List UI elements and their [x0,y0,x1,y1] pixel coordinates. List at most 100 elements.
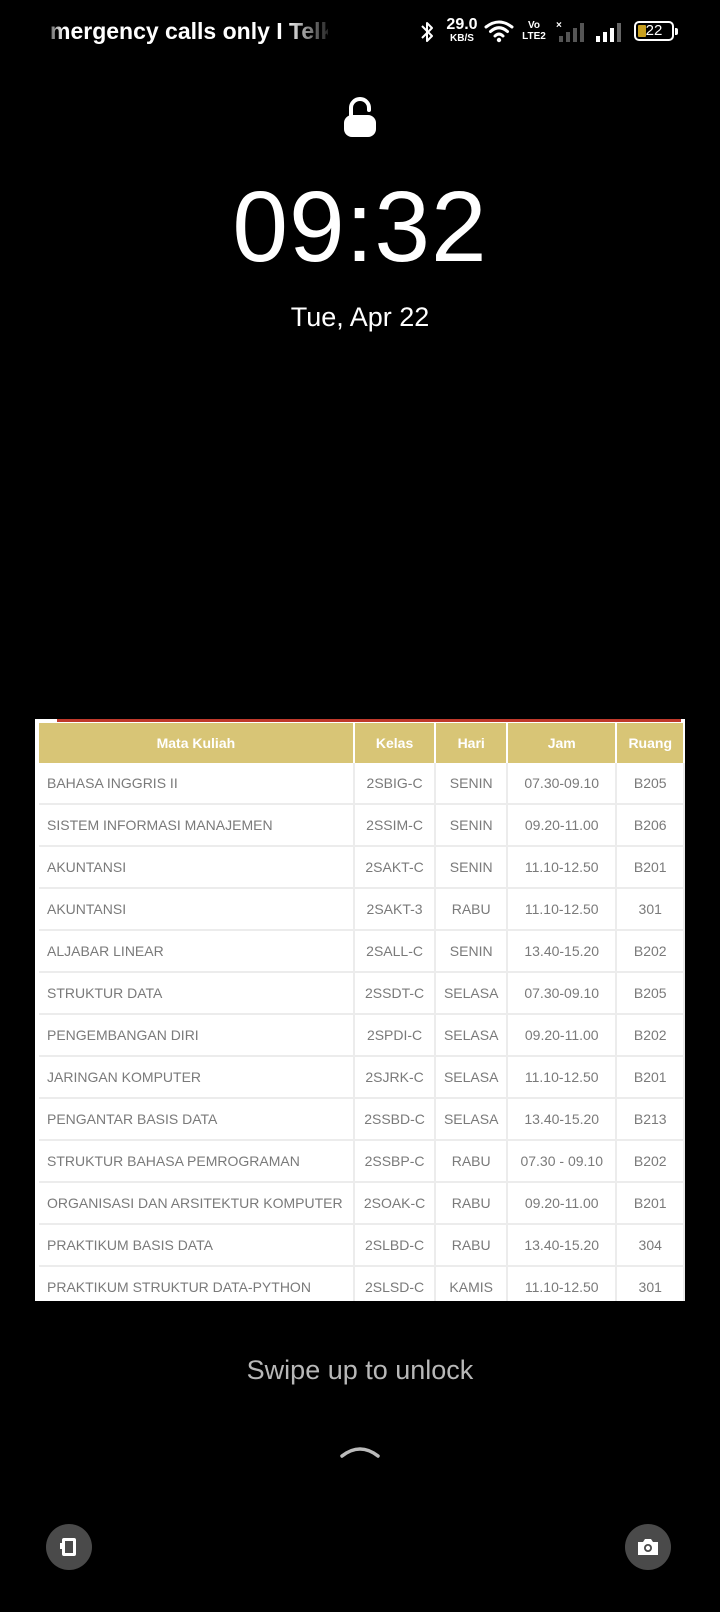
schedule-cell: B201 [616,846,685,889]
schedule-row: STRUKTUR DATA 2SSDT-C SELASA 07.30-09.10 B20… [39,972,685,1015]
schedule-row: AKUNTANSI 2SAKT-3 RABU 11.10-12.50 301 [39,888,685,931]
schedule-cell: 11.10-12.50 [507,888,618,931]
schedule-cell: AKUNTANSI [39,888,355,931]
schedule-cell: 2SAKT-C [353,846,437,889]
schedule-cell: PENGEMBANGAN DIRI [39,1014,355,1057]
schedule-cell: RABU [435,1224,509,1267]
schedule-cell: SELASA [435,972,509,1015]
schedule-cell: B205 [616,972,685,1015]
schedule-cell: 2SLSD-C [353,1266,437,1301]
schedule-cell: 2SBIG-C [353,763,437,805]
schedule-row: ORGANISASI DAN ARSITEKTUR KOMPUTER 2SOAK-… [39,1182,685,1225]
schedule-cell: 07.30-09.10 [507,972,618,1015]
schedule-row: PENGEMBANGAN DIRI 2SPDI-C SELASA 09.20-11.0… [39,1014,685,1057]
schedule-table: Mata Kuliah Kelas Hari Jam Ruang BAHASA … [39,723,685,1301]
volte-bottom: LTE2 [522,31,546,42]
schedule-cell: 11.10-12.50 [507,1266,618,1301]
schedule-cell: RABU [435,1140,509,1183]
camera-icon [638,1539,658,1555]
schedule-cell: JARINGAN KOMPUTER [39,1056,355,1099]
schedule-cell: B202 [616,1014,685,1057]
schedule-row: BAHASA INGGRIS II 2SBIG-C SENIN 07.30-09.10… [39,763,685,805]
schedule-cell: 2SLBD-C [353,1224,437,1267]
clock-date: Tue, Apr 22 [290,302,430,332]
schedule-row: PRAKTIKUM BASIS DATA 2SLBD-C RABU 13.40-15.… [39,1224,685,1267]
schedule-cell: 09.20-11.00 [507,1182,618,1225]
schedule-cell: SELASA [435,1098,509,1141]
wifi-icon [484,20,514,43]
schedule-cell: 13.40-15.20 [507,930,618,973]
schedule-row: AKUNTANSI 2SAKT-C SENIN 11.10-12.50 B201 [39,846,685,889]
schedule-cell: 11.10-12.50 [507,846,618,889]
schedule-row: ALJABAR LINEAR 2SALL-C SENIN 13.40-15.20 B20… [39,930,685,973]
network-speed: 29.0 KB/S [442,17,482,44]
phone-icon [60,1538,76,1556]
bluetooth-icon [421,22,433,42]
schedule-cell: SENIN [435,804,509,847]
schedule-cell: SELASA [435,1014,509,1057]
camera-shortcut-button[interactable] [625,1524,671,1570]
schedule-cell: ORGANISASI DAN ARSITEKTUR KOMPUTER [39,1182,355,1225]
schedule-cell: 304 [616,1224,685,1267]
schedule-cell: STRUKTUR DATA [39,972,355,1015]
schedule-cell: 07.30-09.10 [507,763,618,805]
schedule-header-row: Mata Kuliah Kelas Hari Jam Ruang [39,723,685,763]
schedule-row: PRAKTIKUM STRUKTUR DATA-PYTHON 2SLSD-C KAM… [39,1266,685,1301]
schedule-cell: 2SAKT-3 [353,888,437,931]
schedule-cell: STRUKTUR BAHASA PEMROGRAMAN [39,1140,355,1183]
schedule-cell: B201 [616,1182,685,1225]
schedule-cell: SENIN [435,846,509,889]
schedule-cell: PENGANTAR BASIS DATA [39,1098,355,1141]
column-header: Hari [435,723,509,763]
schedule-cell: 13.40-15.20 [507,1098,618,1141]
column-header: Kelas [353,723,437,763]
phone-shortcut-button[interactable] [46,1524,92,1570]
battery-icon: 22 [634,21,678,41]
battery-level: 22 [645,22,663,39]
schedule-cell: 2SSBD-C [353,1098,437,1141]
schedule-row: JARINGAN KOMPUTER 2SJRK-C SELASA 11.10-12.5… [39,1056,685,1099]
schedule-cell: RABU [435,1182,509,1225]
schedule-cell: BAHASA INGGRIS II [39,763,355,805]
schedule-cell: ALJABAR LINEAR [39,930,355,973]
schedule-cell: 2SOAK-C [353,1182,437,1225]
schedule-cell: SENIN [435,763,509,805]
chevron-up-icon[interactable] [338,1440,382,1460]
schedule-cell: RABU [435,888,509,931]
svg-text:×: × [556,20,562,31]
lock-icon [344,97,376,137]
schedule-cell: B213 [616,1098,685,1141]
schedule-cell: 301 [616,1266,685,1301]
schedule-cell: 2SSBP-C [353,1140,437,1183]
schedule-row: STRUKTUR BAHASA PEMROGRAMAN 2SSBP-C RABU 07… [39,1140,685,1183]
schedule-cell: 11.10-12.50 [507,1056,618,1099]
schedule-cell: AKUNTANSI [39,846,355,889]
schedule-cell: 2SALL-C [353,930,437,973]
schedule-cell: 2SJRK-C [353,1056,437,1099]
schedule-cell: B202 [616,930,685,973]
schedule-cell: 2SSIM-C [353,804,437,847]
schedule-cell: B206 [616,804,685,847]
schedule-cell: 2SPDI-C [353,1014,437,1057]
schedule-cell: 2SSDT-C [353,972,437,1015]
signal-icon: × [556,20,584,42]
schedule-row: SISTEM INFORMASI MANAJEMEN 2SSIM-C SENIN 09… [39,804,685,847]
schedule-cell: B202 [616,1140,685,1183]
column-header: Ruang [616,723,685,763]
column-header: Mata Kuliah [39,723,355,763]
schedule-cell: 07.30 - 09.10 [507,1140,618,1183]
schedule-cell: PRAKTIKUM STRUKTUR DATA-PYTHON [39,1266,355,1301]
swipe-up-hint: Swipe up to unlock [246,1355,474,1385]
schedule-cell: SENIN [435,930,509,973]
schedule-cell: 301 [616,888,685,931]
network-speed-value: 29.0 [446,16,478,33]
schedule-row: PENGANTAR BASIS DATA 2SSBD-C SELASA 13.40-1… [39,1098,685,1141]
schedule-cell: KAMIS [435,1266,509,1301]
column-header: Jam [507,723,618,763]
schedule-cell: B205 [616,763,685,805]
schedule-cell: 13.40-15.20 [507,1224,618,1267]
volte-top: Vo [527,20,541,31]
volte-indicator: Vo LTE2 [520,20,548,42]
schedule-cell: B201 [616,1056,685,1099]
schedule-cell: 09.20-11.00 [507,804,618,847]
